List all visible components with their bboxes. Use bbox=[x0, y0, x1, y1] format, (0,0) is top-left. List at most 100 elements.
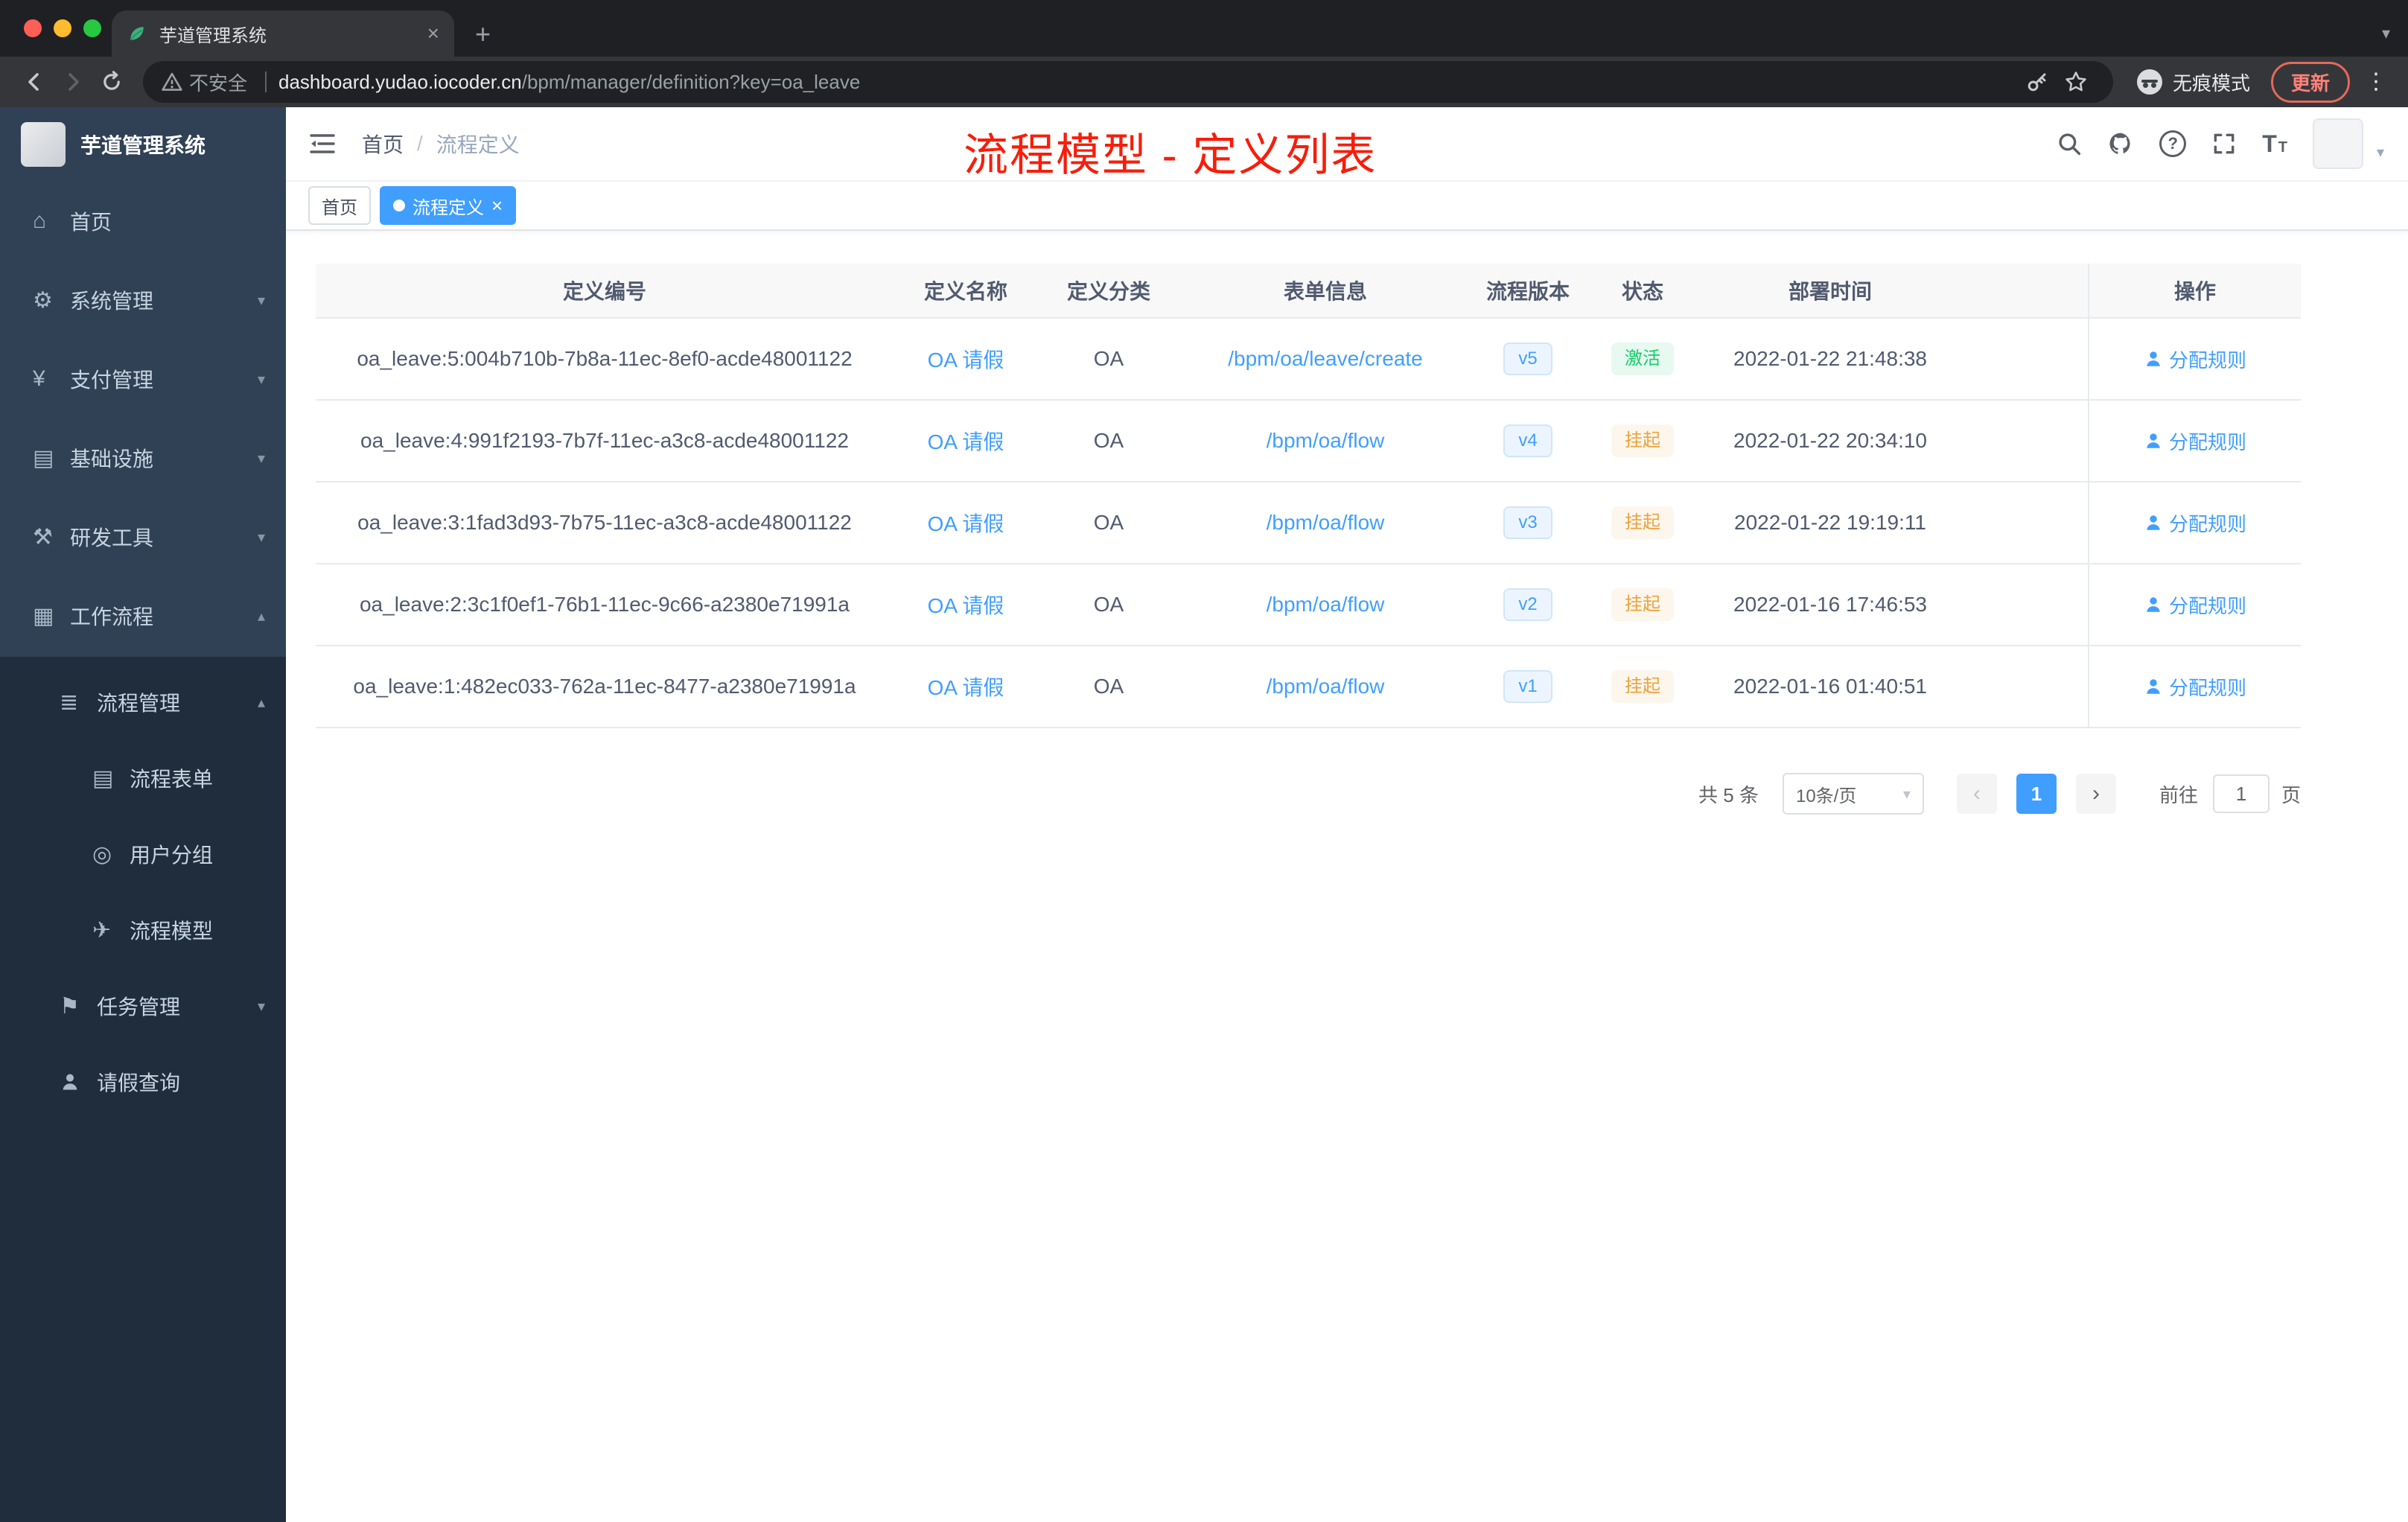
next-page-button[interactable]: › bbox=[2075, 774, 2116, 814]
sidebar-item-workflow[interactable]: ▦ 工作流程 ▴ bbox=[0, 576, 286, 655]
chevron-up-icon: ▴ bbox=[257, 694, 265, 711]
minimize-window-button[interactable] bbox=[54, 19, 71, 37]
sidebar-item-task-management[interactable]: ⚑ 任务管理 ▾ bbox=[0, 968, 286, 1044]
home-icon: ⌂ bbox=[33, 208, 47, 233]
form-link[interactable]: /bpm/oa/flow bbox=[1267, 429, 1385, 453]
user-icon bbox=[2147, 679, 2160, 694]
version-badge: v3 bbox=[1503, 506, 1552, 540]
pagination: 共 5 条 10条/页 ▾ ‹ 1 › 前往 页 bbox=[316, 773, 2301, 815]
page-header: 首页 / 流程定义 流程模型 - 定义列表 ? T T ▾ bbox=[286, 107, 2408, 182]
definition-category: OA bbox=[1093, 675, 1124, 698]
workflow-icon: ▦ bbox=[33, 603, 54, 628]
definition-name-link[interactable]: OA 请假 bbox=[928, 590, 1004, 620]
assign-rule-link[interactable]: 分配规则 bbox=[2144, 427, 2246, 455]
table-row: oa_leave:4:991f2193-7b7f-11ec-a3c8-acde4… bbox=[316, 401, 2301, 483]
tag-home[interactable]: 首页 bbox=[308, 186, 371, 225]
table-header: 定义编号 定义名称 定义分类 表单信息 流程版本 状态 部署时间 操作 bbox=[316, 264, 2301, 319]
password-key-icon[interactable] bbox=[2018, 63, 2057, 101]
incognito-icon bbox=[2136, 69, 2162, 95]
browser-tab[interactable]: 芋道管理系统 × bbox=[112, 10, 454, 57]
main-area: 首页 / 流程定义 流程模型 - 定义列表 ? T T ▾ 首页 流程定义 × … bbox=[286, 107, 2408, 1522]
sidebar-item-leave-query[interactable]: 请假查询 bbox=[0, 1044, 286, 1120]
security-label: 不安全 bbox=[189, 71, 248, 95]
forward-icon[interactable] bbox=[54, 63, 92, 101]
assign-rule-link[interactable]: 分配规则 bbox=[2144, 591, 2246, 619]
assign-rule-link[interactable]: 分配规则 bbox=[2144, 509, 2246, 537]
user-icon bbox=[2147, 351, 2160, 366]
form-link[interactable]: /bpm/oa/leave/create bbox=[1228, 347, 1423, 371]
omnibox-divider bbox=[265, 71, 267, 92]
definition-name-link[interactable]: OA 请假 bbox=[928, 508, 1004, 538]
sidebar-item-process-management[interactable]: ≣ 流程管理 ▴ bbox=[0, 664, 286, 740]
sidebar-item-process-model[interactable]: ✈ 流程模型 bbox=[0, 892, 286, 968]
definition-category: OA bbox=[1093, 429, 1124, 452]
avatar-caret-icon[interactable]: ▾ bbox=[2377, 143, 2384, 162]
group-icon: ◎ bbox=[92, 841, 112, 867]
deploy-time: 2022-01-22 19:19:11 bbox=[1734, 511, 1926, 534]
browser-tabstrip: 芋道管理系统 × + ▾ bbox=[0, 0, 2408, 57]
definition-name-link[interactable]: OA 请假 bbox=[928, 672, 1004, 701]
maximize-window-button[interactable] bbox=[83, 19, 101, 37]
bookmark-star-icon[interactable] bbox=[2057, 63, 2095, 101]
form-link[interactable]: /bpm/oa/flow bbox=[1267, 511, 1385, 535]
chevron-up-icon: ▴ bbox=[257, 608, 265, 625]
sidebar-item-process-form[interactable]: ▤ 流程表单 bbox=[0, 740, 286, 816]
user-avatar[interactable] bbox=[2312, 118, 2363, 169]
sidebar-item-home[interactable]: ⌂ 首页 bbox=[0, 182, 286, 261]
new-tab-button[interactable]: + bbox=[475, 21, 491, 48]
definition-name-link[interactable]: OA 请假 bbox=[928, 344, 1004, 374]
prev-page-button[interactable]: ‹ bbox=[1956, 774, 1997, 814]
back-icon[interactable] bbox=[15, 63, 54, 101]
sidebar-item-dev-tools[interactable]: ⚒ 研发工具 ▾ bbox=[0, 497, 286, 576]
definition-id: oa_leave:2:3c1f0ef1-76b1-11ec-9c66-a2380… bbox=[359, 593, 850, 616]
github-icon[interactable] bbox=[2107, 130, 2134, 157]
gear-icon: ⚙ bbox=[33, 287, 53, 313]
search-icon[interactable] bbox=[2057, 131, 2082, 156]
fullscreen-icon[interactable] bbox=[2211, 131, 2237, 156]
sidebar-item-user-group[interactable]: ◎ 用户分组 bbox=[0, 816, 286, 892]
assign-rule-link[interactable]: 分配规则 bbox=[2144, 346, 2246, 373]
definition-name-link[interactable]: OA 请假 bbox=[928, 426, 1004, 456]
help-icon[interactable]: ? bbox=[2159, 130, 2187, 157]
page-size-select[interactable]: 10条/页 ▾ bbox=[1782, 773, 1924, 815]
assign-rule-link[interactable]: 分配规则 bbox=[2144, 673, 2246, 701]
definition-id: oa_leave:4:991f2193-7b7f-11ec-a3c8-acde4… bbox=[360, 429, 849, 452]
table-row: oa_leave:2:3c1f0ef1-76b1-11ec-9c66-a2380… bbox=[316, 564, 2301, 646]
update-browser-button[interactable]: 更新 bbox=[2270, 61, 2350, 103]
version-badge: v5 bbox=[1503, 342, 1552, 376]
definition-category: OA bbox=[1093, 593, 1124, 616]
reload-icon[interactable] bbox=[92, 63, 131, 101]
browser-toolbar: 不安全 dashboard.yudao.iocoder.cn /bpm/mana… bbox=[0, 57, 2408, 107]
chevron-down-icon: ▾ bbox=[257, 450, 265, 467]
tab-close-icon[interactable]: × bbox=[427, 22, 439, 45]
form-link[interactable]: /bpm/oa/flow bbox=[1267, 675, 1385, 698]
address-bar[interactable]: 不安全 dashboard.yudao.iocoder.cn /bpm/mana… bbox=[143, 61, 2113, 103]
form-link[interactable]: /bpm/oa/flow bbox=[1267, 593, 1385, 617]
definition-table: 定义编号 定义名称 定义分类 表单信息 流程版本 状态 部署时间 操作 oa_l… bbox=[316, 264, 2301, 728]
browser-menu-icon[interactable]: ⋮ bbox=[2365, 71, 2387, 93]
logo-avatar bbox=[21, 122, 66, 167]
deploy-time: 2022-01-22 20:34:10 bbox=[1733, 429, 1927, 452]
sidebar-item-system-management[interactable]: ⚙ 系统管理 ▾ bbox=[0, 261, 286, 340]
tag-process-definition[interactable]: 流程定义 × bbox=[380, 186, 517, 225]
close-window-button[interactable] bbox=[24, 19, 42, 37]
tag-close-icon[interactable]: × bbox=[491, 196, 503, 215]
definition-category: OA bbox=[1093, 347, 1124, 370]
sidebar-logo[interactable]: 芋道管理系统 bbox=[0, 107, 286, 182]
sidebar-item-payment-management[interactable]: ¥ 支付管理 ▾ bbox=[0, 340, 286, 418]
breadcrumb-separator: / bbox=[417, 132, 423, 155]
tab-favicon-icon bbox=[130, 27, 144, 40]
goto-page-input[interactable] bbox=[2212, 774, 2270, 813]
status-badge: 激活 bbox=[1611, 342, 1674, 376]
tab-search-chevron-icon[interactable]: ▾ bbox=[2382, 24, 2390, 43]
breadcrumb-home[interactable]: 首页 bbox=[362, 129, 404, 159]
sidebar-item-infrastructure[interactable]: ▤ 基础设施 ▾ bbox=[0, 418, 286, 497]
col-actions: 操作 bbox=[2088, 264, 2301, 317]
active-tag-dot bbox=[393, 200, 405, 211]
font-size-icon[interactable]: T T bbox=[2262, 132, 2287, 156]
page-1-button[interactable]: 1 bbox=[2016, 774, 2057, 814]
form-icon: ▤ bbox=[92, 765, 114, 791]
status-badge: 挂起 bbox=[1611, 424, 1674, 458]
sidebar-collapse-icon[interactable] bbox=[310, 133, 335, 155]
table-row: oa_leave:1:482ec033-762a-11ec-8477-a2380… bbox=[316, 646, 2301, 728]
